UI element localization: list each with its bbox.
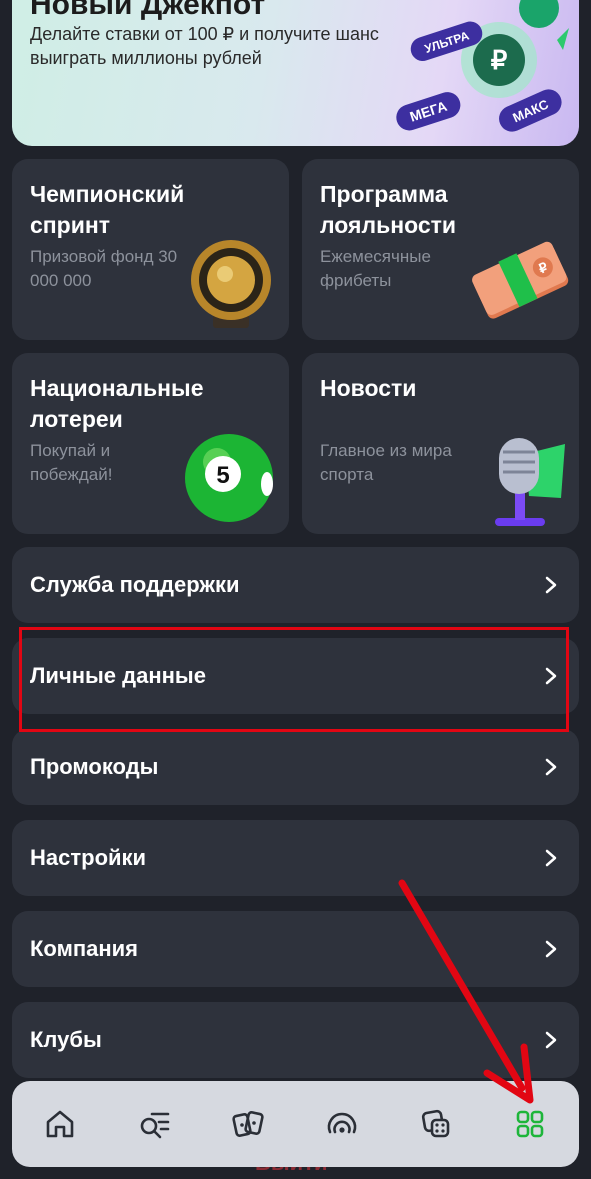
menu-company[interactable]: Компания — [12, 911, 579, 987]
nav-cards[interactable] — [230, 1106, 266, 1142]
banner-title: Новый Джекпот — [30, 0, 266, 21]
menu-settings[interactable]: Настройки — [12, 820, 579, 896]
menu-support[interactable]: Служба поддержки — [12, 547, 579, 623]
bottom-nav — [12, 1081, 579, 1167]
menu-label: Клубы — [30, 1027, 102, 1052]
golden-ball-trophy-icon — [191, 240, 271, 328]
menu-label: Промокоды — [30, 754, 159, 779]
live-broadcast-icon — [327, 1112, 357, 1134]
nav-menu[interactable] — [512, 1106, 548, 1142]
search-list-icon — [140, 1112, 170, 1139]
menu-label: Компания — [30, 936, 139, 961]
cards-icon — [232, 1111, 264, 1137]
tile-subtitle: Ежемесячные фрибеты — [320, 247, 431, 290]
tile-subtitle: Призовой фонд 30 000 000 — [30, 247, 178, 290]
tile-title: Новости — [320, 375, 417, 401]
tile-championship-sprint[interactable]: Чемпионский спринт Призовой фонд 30 000 … — [12, 159, 289, 340]
home-icon — [46, 1110, 74, 1138]
lottery-ball-icon: 5 — [185, 434, 273, 522]
lottery-ball-number: 5 — [216, 462, 229, 489]
microphone-icon — [495, 438, 565, 526]
menu-clubs[interactable]: Клубы — [12, 1002, 579, 1078]
chevron-right-icon — [545, 849, 557, 867]
annotation-highlight-box — [19, 627, 569, 732]
menu-promocodes[interactable]: Промокоды — [12, 729, 579, 805]
chevron-right-icon — [545, 758, 557, 776]
nav-casino[interactable] — [418, 1106, 454, 1142]
chevron-right-icon — [545, 576, 557, 594]
svg-text:₽: ₽ — [491, 45, 508, 75]
jackpot-banner[interactable]: Новый Джекпот Делайте ставки от 100 ₽ и … — [12, 0, 579, 146]
nav-live[interactable] — [324, 1106, 360, 1142]
menu-label: Служба поддержки — [30, 572, 240, 597]
jackpot-badges-icon: ₽ УЛЬТРА МЕГА МАКС — [396, 0, 569, 132]
chevron-right-icon — [545, 1031, 557, 1049]
tile-news[interactable]: Новости Главное из мира спорта — [302, 353, 579, 534]
grid-menu-icon — [516, 1110, 544, 1138]
tile-loyalty-program[interactable]: Программа лояльности Ежемесячные фрибеты… — [302, 159, 579, 340]
tile-national-lotteries[interactable]: Национальные лотереи Покупай и побеждай!… — [12, 353, 289, 534]
tile-subtitle: Покупай и побеждай! — [30, 441, 113, 484]
money-stack-icon: ₽ — [472, 241, 569, 319]
banner-text: Делайте ставки от 100 ₽ и получите шанс … — [30, 24, 379, 68]
nav-search[interactable] — [136, 1106, 172, 1142]
tile-subtitle: Главное из мира спорта — [320, 441, 452, 484]
chevron-right-icon — [545, 940, 557, 958]
nav-home[interactable] — [42, 1106, 78, 1142]
menu-label: Настройки — [30, 845, 147, 870]
dice-icon — [421, 1109, 450, 1138]
